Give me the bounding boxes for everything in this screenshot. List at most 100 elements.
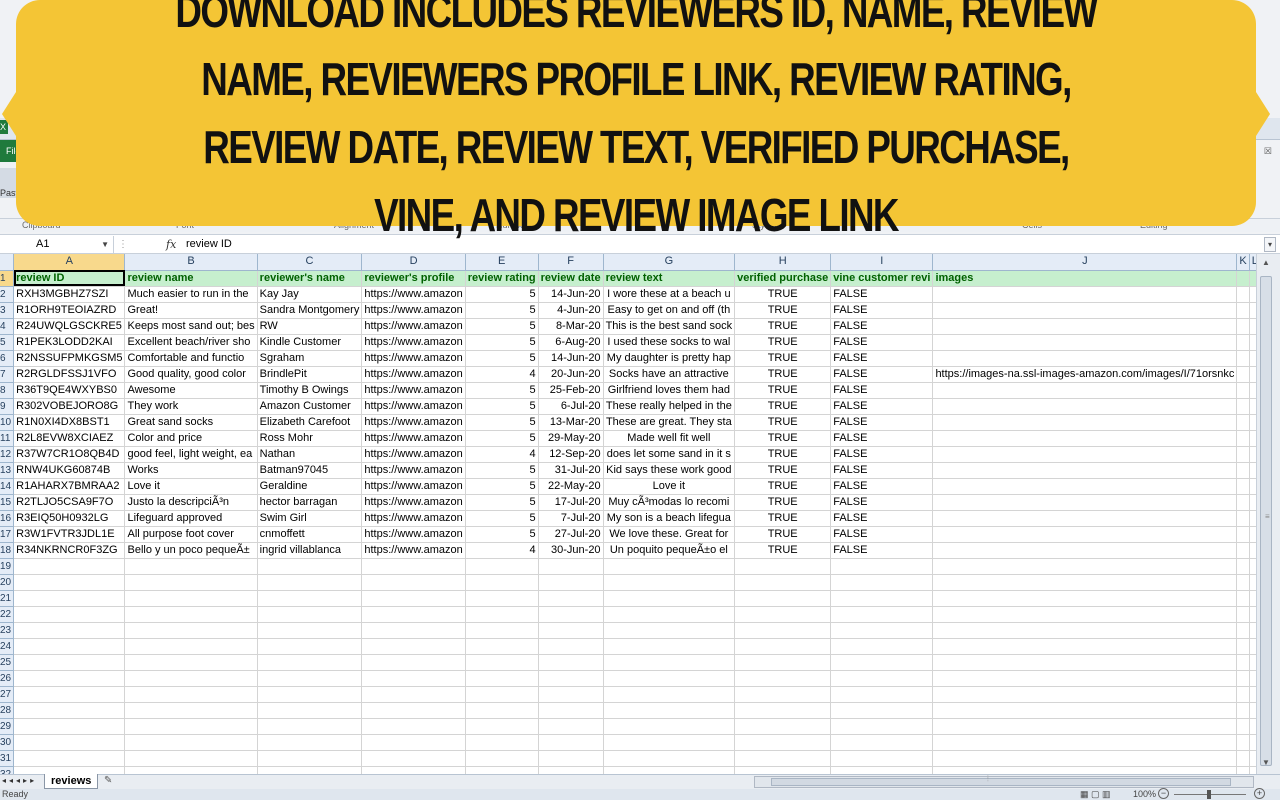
cell[interactable]: FALSE [830, 430, 934, 447]
row-header[interactable]: 4 [0, 318, 15, 335]
cell[interactable] [13, 558, 126, 575]
cell[interactable] [603, 686, 736, 703]
cell[interactable] [932, 686, 1238, 703]
cell[interactable] [932, 558, 1238, 575]
cell[interactable]: RNW4UKG60874B [13, 462, 126, 479]
cell[interactable] [932, 622, 1238, 639]
cell[interactable] [361, 702, 466, 719]
column-title-cell[interactable]: verified purchase [734, 270, 832, 287]
cell[interactable] [603, 734, 736, 751]
row-header[interactable]: 5 [0, 334, 15, 351]
cell[interactable] [1249, 510, 1256, 527]
cell[interactable]: 5 [465, 398, 539, 415]
cell[interactable] [1249, 750, 1256, 767]
cell[interactable] [734, 670, 832, 687]
cell[interactable] [932, 414, 1238, 431]
cell[interactable]: Easy to get on and off (th [603, 302, 736, 319]
cell[interactable] [603, 606, 736, 623]
cell[interactable]: R1AHARX7BMRAA2 [13, 478, 126, 495]
cell[interactable]: 5 [465, 430, 539, 447]
cell[interactable] [257, 750, 363, 767]
cell[interactable] [830, 622, 934, 639]
cell[interactable] [734, 766, 832, 774]
cell[interactable] [1249, 286, 1256, 303]
cell[interactable] [361, 718, 466, 735]
cell[interactable]: https://www.amazon [361, 398, 466, 415]
cell[interactable] [257, 638, 363, 655]
cell[interactable]: R2NSSUFPMKGSM5 [13, 350, 126, 367]
cell[interactable]: FALSE [830, 542, 934, 559]
cell[interactable] [465, 574, 539, 591]
row-header[interactable]: 24 [0, 638, 15, 655]
cell[interactable]: 14-Jun-20 [538, 350, 604, 367]
cell[interactable]: R2RGLDFSSJ1VFO [13, 366, 126, 383]
name-box[interactable]: A1 ▼ [0, 236, 114, 253]
cell[interactable]: 5 [465, 478, 539, 495]
cell[interactable]: TRUE [734, 462, 832, 479]
cell[interactable] [932, 526, 1238, 543]
cell[interactable]: Works [124, 462, 258, 479]
cell[interactable] [603, 590, 736, 607]
cell[interactable]: TRUE [734, 286, 832, 303]
cell[interactable]: TRUE [734, 430, 832, 447]
cell[interactable] [465, 670, 539, 687]
cell[interactable]: We love these. Great for [603, 526, 736, 543]
cell[interactable] [734, 638, 832, 655]
row-header[interactable]: 12 [0, 446, 15, 463]
row-header[interactable]: 6 [0, 350, 15, 367]
cell[interactable]: TRUE [734, 302, 832, 319]
cell[interactable] [465, 686, 539, 703]
cell[interactable] [13, 702, 126, 719]
cell[interactable]: TRUE [734, 382, 832, 399]
cell[interactable] [257, 734, 363, 751]
column-header-c[interactable]: C [257, 254, 363, 271]
cell[interactable] [932, 286, 1238, 303]
cell[interactable]: Comfortable and functio [124, 350, 258, 367]
cell[interactable]: 5 [465, 302, 539, 319]
cell[interactable] [1249, 430, 1256, 447]
cell[interactable]: https://www.amazon [361, 430, 466, 447]
cell[interactable] [932, 638, 1238, 655]
cell[interactable] [830, 670, 934, 687]
cell[interactable] [932, 494, 1238, 511]
cell[interactable] [465, 654, 539, 671]
cell[interactable]: does let some sand in it s [603, 446, 736, 463]
cell[interactable] [257, 702, 363, 719]
cell[interactable]: RXH3MGBHZ7SZI [13, 286, 126, 303]
cell[interactable]: All purpose foot cover [124, 526, 258, 543]
cell[interactable] [932, 718, 1238, 735]
vertical-scrollbar[interactable]: ▲ ≡ ▼ [1256, 254, 1280, 774]
cell[interactable]: FALSE [830, 350, 934, 367]
cell[interactable] [124, 654, 258, 671]
row-header[interactable]: 28 [0, 702, 15, 719]
cell[interactable]: 5 [465, 350, 539, 367]
cell[interactable] [734, 622, 832, 639]
zoom-out-icon[interactable]: − [1158, 788, 1169, 799]
cell[interactable] [932, 462, 1238, 479]
cell[interactable] [1249, 734, 1256, 751]
column-header-e[interactable]: E [465, 254, 539, 271]
cell[interactable]: 5 [465, 526, 539, 543]
row-header[interactable]: 23 [0, 622, 15, 639]
cell[interactable] [1249, 654, 1256, 671]
scrollbar-thumb[interactable] [1260, 276, 1272, 766]
cell[interactable] [1249, 350, 1256, 367]
cell[interactable] [603, 750, 736, 767]
row-header[interactable]: 18 [0, 542, 15, 559]
cell[interactable]: TRUE [734, 334, 832, 351]
row-header[interactable]: 25 [0, 654, 15, 671]
cell[interactable]: My son is a beach lifegua [603, 510, 736, 527]
cell[interactable] [1249, 638, 1256, 655]
cell[interactable] [124, 670, 258, 687]
cell[interactable]: TRUE [734, 446, 832, 463]
column-header-k[interactable]: K [1236, 254, 1250, 271]
zoom-slider-handle[interactable] [1207, 790, 1211, 799]
cell[interactable]: FALSE [830, 398, 934, 415]
cell[interactable] [361, 750, 466, 767]
column-title-cell[interactable] [1236, 270, 1250, 287]
row-header[interactable]: 16 [0, 510, 15, 527]
cell[interactable] [538, 734, 604, 751]
cell[interactable]: 27-Jul-20 [538, 526, 604, 543]
cell[interactable]: https://www.amazon [361, 414, 466, 431]
cell[interactable] [603, 622, 736, 639]
